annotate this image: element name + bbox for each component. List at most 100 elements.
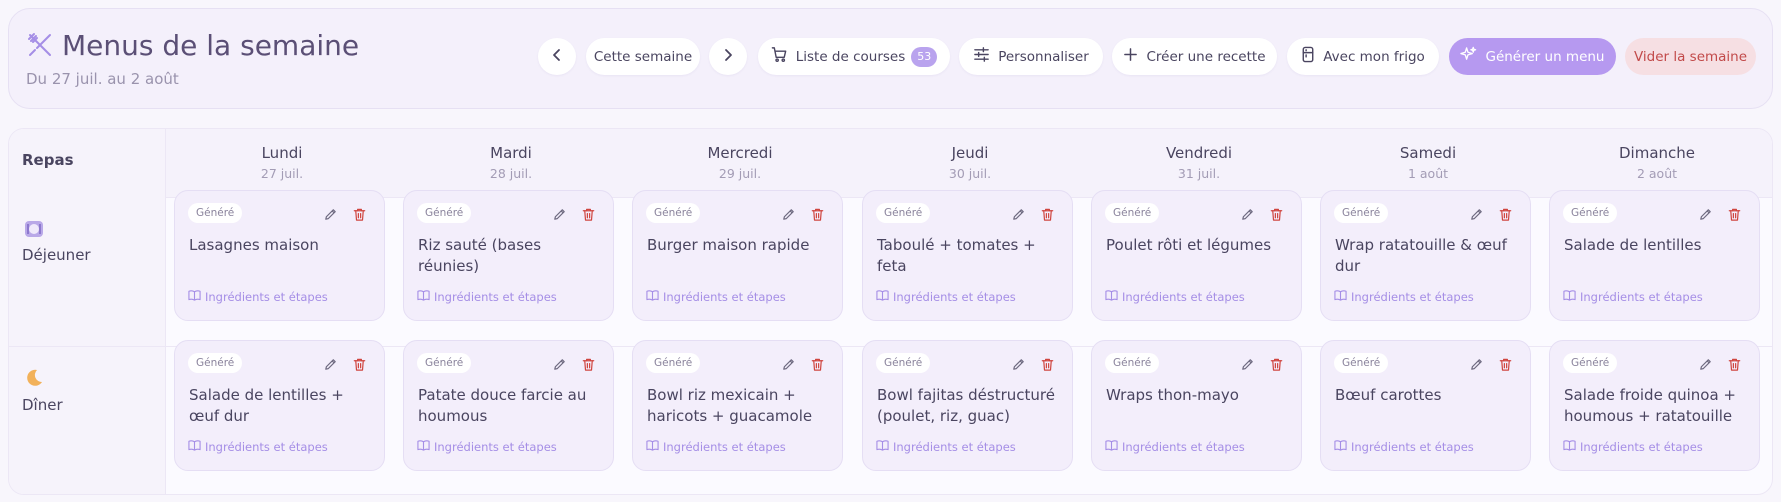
recipe-details-link[interactable]: Ingrédients et étapes: [646, 439, 786, 454]
trash-icon[interactable]: [1498, 357, 1513, 376]
trash-icon[interactable]: [1727, 357, 1742, 376]
trash-icon[interactable]: [1498, 207, 1513, 226]
recipe-name[interactable]: Riz sauté (bases réunies): [418, 235, 606, 277]
trash-icon[interactable]: [581, 207, 596, 226]
current-week-button[interactable]: Cette semaine: [586, 38, 700, 75]
generated-tag: Généré: [1105, 353, 1160, 373]
page-title: Menus de la semaine: [62, 29, 360, 62]
pencil-icon[interactable]: [552, 357, 567, 376]
recipe-details-label: Ingrédients et étapes: [1351, 439, 1474, 454]
recipe-details-link[interactable]: Ingrédients et étapes: [646, 289, 786, 304]
meal-card[interactable]: Généré Salade de lentilles + œuf dur Ingré…: [174, 340, 385, 471]
recipe-details-link[interactable]: Ingrédients et étapes: [1105, 439, 1245, 454]
book-icon: [188, 439, 201, 454]
recipe-details-link[interactable]: Ingrédients et étapes: [876, 439, 1016, 454]
prev-week-button[interactable]: [538, 38, 576, 75]
recipe-name[interactable]: Taboulé + tomates + feta: [877, 235, 1065, 277]
day-date: 30 juil.: [948, 166, 992, 181]
recipe-name[interactable]: Bœuf carottes: [1335, 385, 1523, 406]
pencil-icon[interactable]: [1240, 357, 1255, 376]
clear-week-button[interactable]: Vider la semaine: [1625, 38, 1756, 75]
recipe-name[interactable]: Salade de lentilles: [1564, 235, 1752, 256]
day-header-mardi: Mardi 28 juil.: [411, 143, 611, 182]
recipe-name[interactable]: Patate douce farcie au houmous: [418, 385, 606, 427]
pencil-icon[interactable]: [1469, 207, 1484, 226]
meal-label: Déjeuner: [22, 246, 91, 264]
recipe-name[interactable]: Poulet rôti et légumes: [1106, 235, 1294, 256]
meal-header-column: [9, 129, 166, 494]
chevron-left-icon: [549, 47, 565, 67]
pencil-icon[interactable]: [781, 207, 796, 226]
recipe-details-link[interactable]: Ingrédients et étapes: [1105, 289, 1245, 304]
book-icon: [417, 289, 430, 304]
day-name: Vendredi: [1165, 144, 1233, 162]
pencil-icon[interactable]: [1698, 207, 1713, 226]
pencil-icon[interactable]: [1469, 357, 1484, 376]
pencil-icon[interactable]: [323, 357, 338, 376]
pencil-icon[interactable]: [1240, 207, 1255, 226]
recipe-name[interactable]: Wrap ratatouille & œuf dur: [1335, 235, 1523, 277]
recipe-name[interactable]: Burger maison rapide: [647, 235, 835, 256]
generated-tag: Généré: [1563, 203, 1618, 223]
day-header-mercredi: Mercredi 29 juil.: [640, 143, 840, 182]
meal-card[interactable]: Généré Poulet rôti et légumes Ingrédients …: [1091, 190, 1302, 321]
trash-icon[interactable]: [810, 207, 825, 226]
trash-icon[interactable]: [810, 357, 825, 376]
trash-icon[interactable]: [1040, 357, 1055, 376]
recipe-details-link[interactable]: Ingrédients et étapes: [417, 439, 557, 454]
pencil-icon[interactable]: [781, 357, 796, 376]
book-icon: [1563, 439, 1576, 454]
meal-card[interactable]: Généré Taboulé + tomates + feta Ingrédient…: [862, 190, 1073, 321]
meal-card[interactable]: Généré Wraps thon-mayo Ingrédients et étap…: [1091, 340, 1302, 471]
trash-icon[interactable]: [1727, 207, 1742, 226]
meal-card[interactable]: Généré Burger maison rapide Ingrédients et…: [632, 190, 843, 321]
recipe-details-link[interactable]: Ingrédients et étapes: [876, 289, 1016, 304]
meal-card[interactable]: Généré Salade de lentilles Ingrédients et …: [1549, 190, 1760, 321]
day-name: Mercredi: [707, 144, 773, 162]
trash-icon[interactable]: [1269, 357, 1284, 376]
recipe-details-link[interactable]: Ingrédients et étapes: [1334, 439, 1474, 454]
generate-menu-button[interactable]: Générer un menu: [1449, 38, 1616, 75]
trash-icon[interactable]: [1040, 207, 1055, 226]
recipe-details-link[interactable]: Ingrédients et étapes: [188, 439, 328, 454]
pencil-icon[interactable]: [552, 207, 567, 226]
recipe-details-link[interactable]: Ingrédients et étapes: [188, 289, 328, 304]
recipe-details-link[interactable]: Ingrédients et étapes: [1334, 289, 1474, 304]
recipe-name[interactable]: Salade froide quinoa + houmous + ratatou…: [1564, 385, 1752, 427]
recipe-details-link[interactable]: Ingrédients et étapes: [1563, 439, 1703, 454]
meal-card[interactable]: Généré Salade froide quinoa + houmous + r…: [1549, 340, 1760, 471]
chevron-right-icon: [720, 47, 736, 67]
fridge-button[interactable]: Avec mon frigo: [1287, 38, 1439, 75]
meal-card[interactable]: Généré Riz sauté (bases réunies) Ingrédien…: [403, 190, 614, 321]
recipe-name[interactable]: Wraps thon-mayo: [1106, 385, 1294, 406]
meal-card[interactable]: Généré Bowl riz mexicain + haricots + gua…: [632, 340, 843, 471]
book-icon: [876, 439, 889, 454]
book-icon: [188, 289, 201, 304]
recipe-name[interactable]: Bowl riz mexicain + haricots + guacamole: [647, 385, 835, 427]
customize-button[interactable]: Personnaliser: [959, 38, 1103, 75]
recipe-name[interactable]: Lasagnes maison: [189, 235, 377, 256]
trash-icon[interactable]: [352, 207, 367, 226]
recipe-details-link[interactable]: Ingrédients et étapes: [417, 289, 557, 304]
recipe-name[interactable]: Bowl fajitas déstructuré (poulet, riz, g…: [877, 385, 1065, 427]
pencil-icon[interactable]: [323, 207, 338, 226]
recipe-details-link[interactable]: Ingrédients et étapes: [1563, 289, 1703, 304]
meal-card[interactable]: Généré Patate douce farcie au houmous Ingr…: [403, 340, 614, 471]
shopping-list-button[interactable]: Liste de courses 53: [758, 38, 950, 75]
book-icon: [1105, 289, 1118, 304]
trash-icon[interactable]: [1269, 207, 1284, 226]
meal-card[interactable]: Généré Lasagnes maison Ingrédients et étap…: [174, 190, 385, 321]
fridge-icon: [1301, 46, 1315, 67]
book-icon: [1334, 439, 1347, 454]
pencil-icon[interactable]: [1011, 357, 1026, 376]
meal-card[interactable]: Généré Wrap ratatouille & œuf dur Ingrédie…: [1320, 190, 1531, 321]
pencil-icon[interactable]: [1011, 207, 1026, 226]
trash-icon[interactable]: [352, 357, 367, 376]
meal-card[interactable]: Généré Bowl fajitas déstructuré (poulet, …: [862, 340, 1073, 471]
trash-icon[interactable]: [581, 357, 596, 376]
recipe-name[interactable]: Salade de lentilles + œuf dur: [189, 385, 377, 427]
pencil-icon[interactable]: [1698, 357, 1713, 376]
meal-card[interactable]: Généré Bœuf carottes Ingrédients et étapes: [1320, 340, 1531, 471]
next-week-button[interactable]: [709, 38, 747, 75]
create-recipe-button[interactable]: Créer une recette: [1112, 38, 1277, 75]
